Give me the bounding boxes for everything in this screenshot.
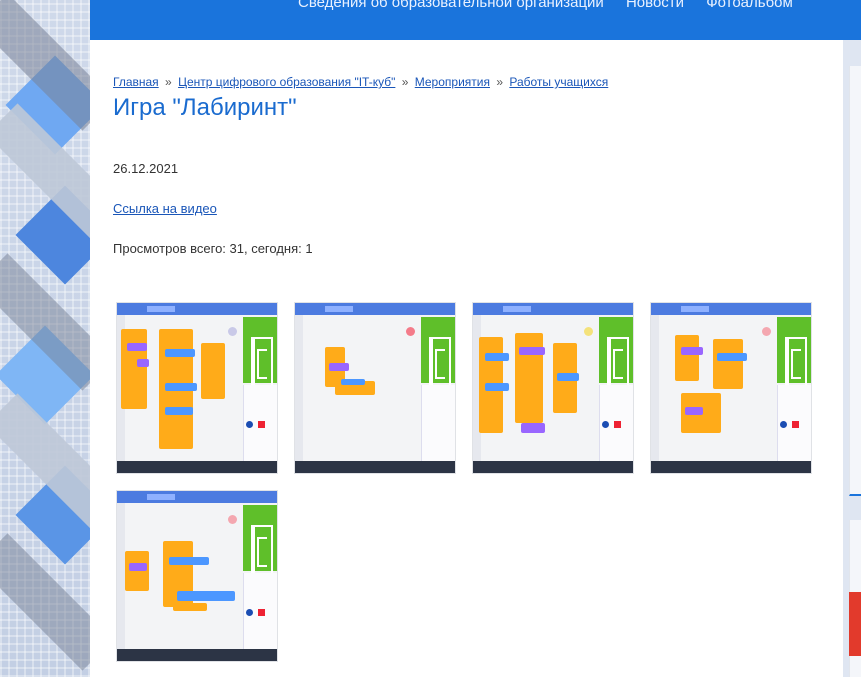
code-block	[125, 551, 149, 591]
thumb-tab	[681, 306, 709, 312]
code-block	[129, 563, 147, 571]
top-nav-menu: Сведения об образовательной организации …	[298, 0, 811, 11]
publish-date: 26.12.2021	[113, 161, 179, 176]
thumb-maze-stage	[777, 317, 811, 389]
thumb-flag-icon	[406, 327, 415, 336]
thumb-circle-icon	[228, 327, 237, 336]
code-block	[127, 343, 147, 351]
nav-item-news[interactable]: Новости	[626, 0, 684, 11]
thumb-taskbar	[117, 461, 277, 473]
breadcrumb-separator: »	[165, 75, 172, 89]
thumb-flag-icon	[258, 421, 265, 428]
video-link[interactable]: Ссылка на видео	[113, 201, 217, 216]
thumb-sidebar	[651, 315, 659, 461]
bg-stripe	[0, 533, 90, 671]
thumb-sprite-icon	[246, 609, 253, 616]
code-block	[681, 347, 703, 355]
thumb-sidebar	[295, 315, 303, 461]
thumb-tab	[503, 306, 531, 312]
gallery-thumbnail[interactable]	[116, 302, 278, 474]
code-block	[165, 407, 193, 415]
page-title: Игра "Лабиринт"	[113, 94, 297, 121]
code-block	[165, 383, 197, 391]
top-navigation-bar: Сведения об образовательной организации …	[90, 0, 861, 40]
breadcrumb-home[interactable]: Главная	[113, 75, 159, 89]
thumb-titlebar	[473, 303, 633, 315]
code-block	[201, 343, 225, 399]
code-block	[173, 603, 207, 611]
thumb-maze-stage	[421, 317, 455, 389]
code-block	[717, 353, 747, 361]
gallery-thumbnail[interactable]	[294, 302, 456, 474]
thumb-sprite-icon	[780, 421, 787, 428]
thumb-flag-icon	[762, 327, 771, 336]
code-block	[485, 383, 509, 391]
right-sidebar-banner[interactable]	[849, 592, 861, 656]
thumb-sprite-panel	[421, 385, 455, 463]
nav-item-photo[interactable]: Фотоальбом	[706, 0, 793, 11]
decorative-background	[0, 0, 90, 677]
view-counter: Просмотров всего: 31, сегодня: 1	[113, 241, 313, 256]
thumb-taskbar	[295, 461, 455, 473]
nav-item-about[interactable]: Сведения об образовательной организации	[298, 0, 604, 11]
code-block	[713, 339, 743, 389]
thumb-star-icon	[584, 327, 593, 336]
code-block	[177, 591, 235, 601]
thumb-titlebar	[295, 303, 455, 315]
gallery-thumbnail[interactable]	[116, 490, 278, 662]
code-block	[121, 329, 147, 409]
right-sidebar-widget	[849, 66, 861, 496]
code-block	[329, 363, 349, 371]
thumb-titlebar	[117, 303, 277, 315]
code-block	[685, 407, 703, 415]
breadcrumb-student-works[interactable]: Работы учащихся	[509, 75, 608, 89]
thumb-sprite-icon	[246, 421, 253, 428]
thumb-flag-icon	[228, 515, 237, 524]
thumb-flag-icon	[258, 609, 265, 616]
thumb-taskbar	[473, 461, 633, 473]
code-block	[485, 353, 509, 361]
code-block	[137, 359, 149, 367]
breadcrumb-separator: »	[401, 75, 409, 89]
code-block	[675, 335, 699, 381]
code-block	[521, 423, 545, 433]
thumb-tab	[325, 306, 353, 312]
thumb-flag-icon	[792, 421, 799, 428]
code-block	[519, 347, 545, 355]
code-block	[557, 373, 579, 381]
gallery-thumbnail[interactable]	[650, 302, 812, 474]
thumb-sprite-icon	[602, 421, 609, 428]
thumb-titlebar	[651, 303, 811, 315]
breadcrumb-events[interactable]: Мероприятия	[415, 75, 490, 89]
code-block	[165, 349, 195, 357]
thumb-flag-icon	[614, 421, 621, 428]
thumb-tab	[147, 494, 175, 500]
thumb-tab	[147, 306, 175, 312]
breadcrumb: Главная » Центр цифрового образования "I…	[113, 75, 608, 89]
code-block	[169, 557, 209, 565]
gallery-thumbnail[interactable]	[472, 302, 634, 474]
breadcrumb-it-cube[interactable]: Центр цифрового образования "IT-куб"	[178, 75, 395, 89]
thumb-titlebar	[117, 491, 277, 503]
thumb-maze-stage	[599, 317, 633, 389]
thumb-maze-stage	[243, 505, 277, 577]
thumb-taskbar	[117, 649, 277, 661]
code-block	[341, 379, 365, 385]
breadcrumb-separator: »	[496, 75, 504, 89]
thumb-taskbar	[651, 461, 811, 473]
thumb-maze-stage	[243, 317, 277, 389]
thumb-sidebar	[117, 503, 125, 649]
